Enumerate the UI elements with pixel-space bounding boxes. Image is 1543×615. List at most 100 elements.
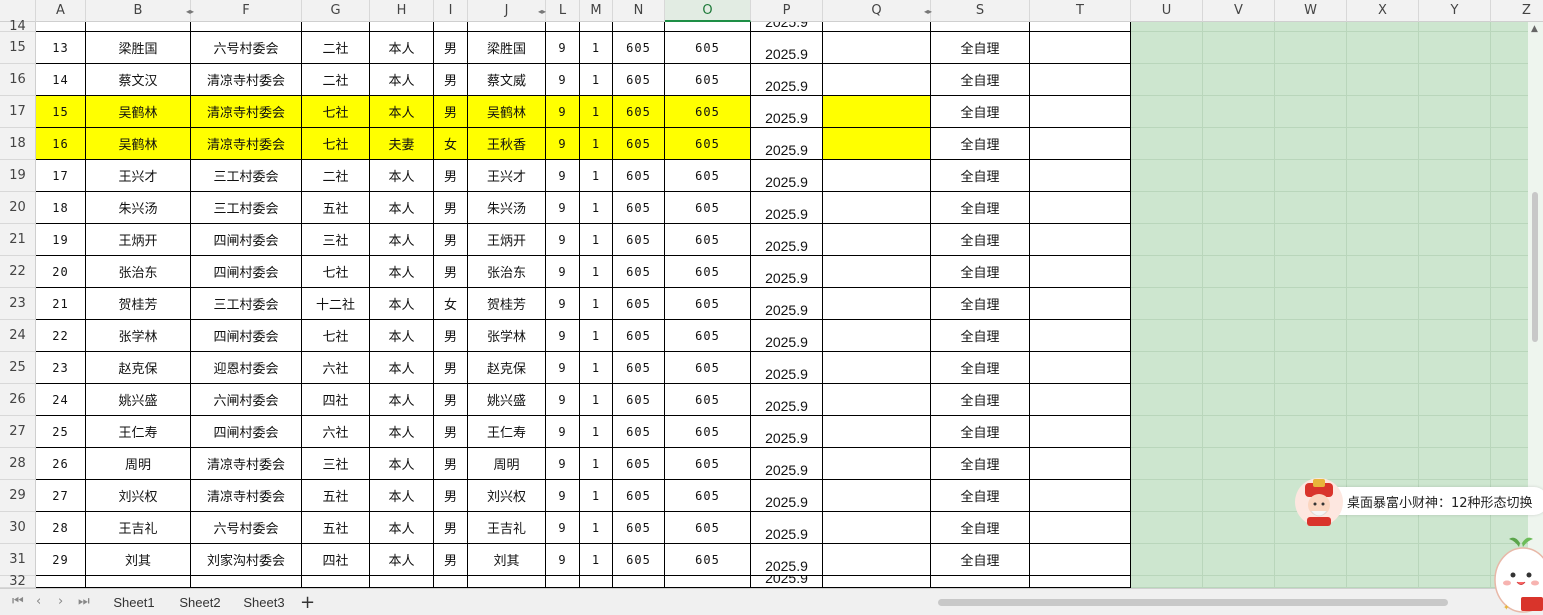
column-header-t[interactable]: T xyxy=(1030,0,1131,22)
cell-s29[interactable]: 全自理 xyxy=(931,480,1030,512)
cell-w26[interactable] xyxy=(1275,384,1347,416)
cell-q19[interactable] xyxy=(823,160,931,192)
cell-a23[interactable]: 21 xyxy=(36,288,86,320)
cell-g22[interactable]: 七社 xyxy=(302,256,370,288)
cell-s23[interactable]: 全自理 xyxy=(931,288,1030,320)
cell-a30[interactable]: 28 xyxy=(36,512,86,544)
cell-v32[interactable] xyxy=(1203,576,1275,588)
row-header-31[interactable]: 31 xyxy=(0,544,36,576)
cell-l30[interactable]: 9 xyxy=(546,512,580,544)
row-header-21[interactable]: 21 xyxy=(0,224,36,256)
cell-t20[interactable] xyxy=(1030,192,1131,224)
first-sheet-icon[interactable]: ⏮ xyxy=(12,594,24,609)
cell-i32[interactable] xyxy=(434,576,468,588)
cell-i18[interactable]: 女 xyxy=(434,128,468,160)
cell-m20[interactable]: 1 xyxy=(580,192,613,224)
cell-o22[interactable]: 605 xyxy=(665,256,751,288)
cell-q20[interactable] xyxy=(823,192,931,224)
cell-x16[interactable] xyxy=(1347,64,1419,96)
cell-i21[interactable]: 男 xyxy=(434,224,468,256)
cell-o20[interactable]: 605 xyxy=(665,192,751,224)
cell-q23[interactable] xyxy=(823,288,931,320)
cell-g23[interactable]: 十二社 xyxy=(302,288,370,320)
cell-j30[interactable]: 王吉礼 xyxy=(468,512,546,544)
cell-i31[interactable]: 男 xyxy=(434,544,468,576)
cell-a29[interactable]: 27 xyxy=(36,480,86,512)
cell-f24[interactable]: 四闸村委会 xyxy=(191,320,302,352)
cell-b17[interactable]: 吴鹤林 xyxy=(86,96,191,128)
cell-l28[interactable]: 9 xyxy=(546,448,580,480)
cell-t31[interactable] xyxy=(1030,544,1131,576)
cell-x21[interactable] xyxy=(1347,224,1419,256)
cell-g25[interactable]: 六社 xyxy=(302,352,370,384)
next-sheet-icon[interactable]: › xyxy=(58,594,63,609)
cell-i19[interactable]: 男 xyxy=(434,160,468,192)
cell-t24[interactable] xyxy=(1030,320,1131,352)
cell-o29[interactable]: 605 xyxy=(665,480,751,512)
cell-o17[interactable]: 605 xyxy=(665,96,751,128)
row-header-28[interactable]: 28 xyxy=(0,448,36,480)
cell-o26[interactable]: 605 xyxy=(665,384,751,416)
column-header-p[interactable]: P xyxy=(751,0,823,22)
cell-t16[interactable] xyxy=(1030,64,1131,96)
cell-x26[interactable] xyxy=(1347,384,1419,416)
cell-y26[interactable] xyxy=(1419,384,1491,416)
cell-j21[interactable]: 王炳开 xyxy=(468,224,546,256)
cell-h20[interactable]: 本人 xyxy=(370,192,434,224)
tab-sheet1[interactable]: Sheet1 xyxy=(100,589,168,615)
cell-s30[interactable]: 全自理 xyxy=(931,512,1030,544)
cell-h17[interactable]: 本人 xyxy=(370,96,434,128)
cell-b16[interactable]: 蔡文汉 xyxy=(86,64,191,96)
cell-i26[interactable]: 男 xyxy=(434,384,468,416)
cell-v18[interactable] xyxy=(1203,128,1275,160)
scroll-up-icon[interactable]: ▲ xyxy=(1531,24,1538,34)
cell-t26[interactable] xyxy=(1030,384,1131,416)
cell-h26[interactable]: 本人 xyxy=(370,384,434,416)
cell-a27[interactable]: 25 xyxy=(36,416,86,448)
cell-l14[interactable] xyxy=(546,22,580,32)
cell-j19[interactable]: 王兴才 xyxy=(468,160,546,192)
cell-p28[interactable]: 2025.9 xyxy=(751,448,823,480)
cell-q30[interactable] xyxy=(823,512,931,544)
cell-g29[interactable]: 五社 xyxy=(302,480,370,512)
cell-y17[interactable] xyxy=(1419,96,1491,128)
cell-b31[interactable]: 刘其 xyxy=(86,544,191,576)
cell-p27[interactable]: 2025.9 xyxy=(751,416,823,448)
cell-u19[interactable] xyxy=(1131,160,1203,192)
cell-o32[interactable] xyxy=(665,576,751,588)
cell-q15[interactable] xyxy=(823,32,931,64)
row-header-25[interactable]: 25 xyxy=(0,352,36,384)
cell-f28[interactable]: 清凉寺村委会 xyxy=(191,448,302,480)
cell-y27[interactable] xyxy=(1419,416,1491,448)
cell-f32[interactable] xyxy=(191,576,302,588)
cell-n24[interactable]: 605 xyxy=(613,320,665,352)
cell-a31[interactable]: 29 xyxy=(36,544,86,576)
cell-f16[interactable]: 清凉寺村委会 xyxy=(191,64,302,96)
cell-x19[interactable] xyxy=(1347,160,1419,192)
row-header-32[interactable]: 32 xyxy=(0,574,36,588)
cell-x32[interactable] xyxy=(1347,576,1419,588)
cell-v23[interactable] xyxy=(1203,288,1275,320)
horizontal-scrollbar[interactable] xyxy=(920,597,1460,607)
desktop-widget-notification[interactable]: 桌面暴富小财神：12种形态切换 xyxy=(1293,477,1543,526)
cell-u22[interactable] xyxy=(1131,256,1203,288)
cell-m22[interactable]: 1 xyxy=(580,256,613,288)
cell-h19[interactable]: 本人 xyxy=(370,160,434,192)
cell-o27[interactable]: 605 xyxy=(665,416,751,448)
cell-x15[interactable] xyxy=(1347,32,1419,64)
cell-b23[interactable]: 贺桂芳 xyxy=(86,288,191,320)
row-header-26[interactable]: 26 xyxy=(0,384,36,416)
cell-w23[interactable] xyxy=(1275,288,1347,320)
cell-l21[interactable]: 9 xyxy=(546,224,580,256)
cell-a20[interactable]: 18 xyxy=(36,192,86,224)
cell-n32[interactable] xyxy=(613,576,665,588)
cell-g24[interactable]: 七社 xyxy=(302,320,370,352)
add-sheet-button[interactable]: + xyxy=(300,592,315,613)
cell-w20[interactable] xyxy=(1275,192,1347,224)
cell-t15[interactable] xyxy=(1030,32,1131,64)
cell-f17[interactable]: 清凉寺村委会 xyxy=(191,96,302,128)
cell-w19[interactable] xyxy=(1275,160,1347,192)
cell-s18[interactable]: 全自理 xyxy=(931,128,1030,160)
cell-n15[interactable]: 605 xyxy=(613,32,665,64)
cell-u15[interactable] xyxy=(1131,32,1203,64)
